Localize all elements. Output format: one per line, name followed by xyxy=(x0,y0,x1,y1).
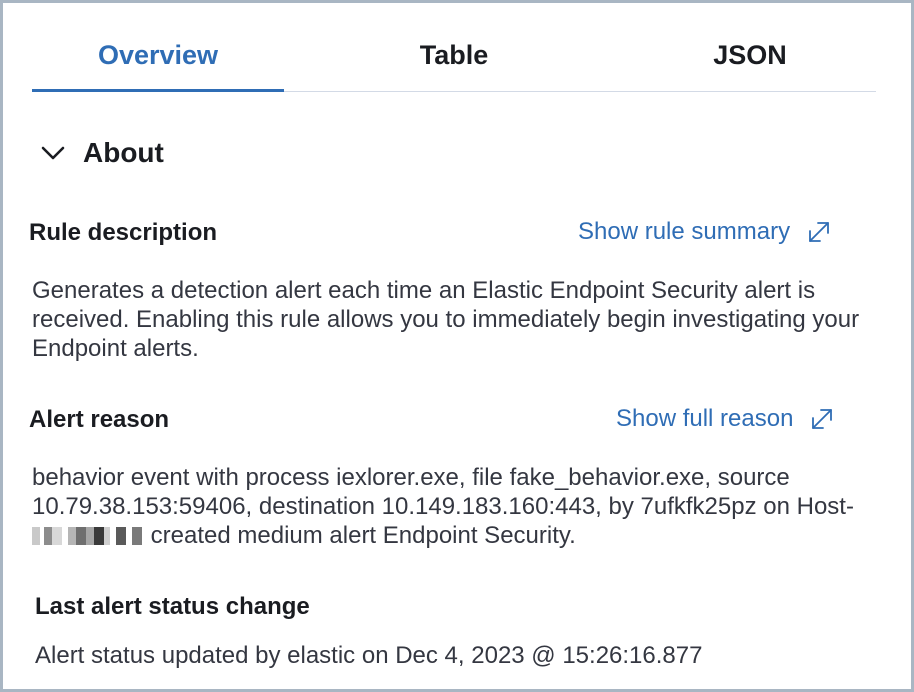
last-status-change-title: Last alert status change xyxy=(35,593,310,620)
tab-json-label: JSON xyxy=(713,39,787,70)
show-rule-summary-link[interactable]: Show rule summary xyxy=(578,217,834,247)
alert-reason-text-before: behavior event with process iexlorer.exe… xyxy=(32,464,854,520)
show-full-reason-label: Show full reason xyxy=(616,405,794,432)
popout-icon xyxy=(807,404,837,434)
last-status-change-text: Alert status updated by elastic on Dec 4… xyxy=(35,642,703,669)
tab-json[interactable]: JSON xyxy=(624,19,876,91)
tab-overview[interactable]: Overview xyxy=(32,19,284,92)
alert-reason-title: Alert reason xyxy=(29,406,170,433)
popout-icon xyxy=(804,217,834,247)
tab-table-label: Table xyxy=(419,39,489,70)
alert-reason-text: behavior event with process iexlorer.exe… xyxy=(32,463,882,550)
alert-reason-text-after: created medium alert Endpoint Security. xyxy=(144,522,576,549)
about-section-toggle[interactable]: About xyxy=(39,137,164,169)
rule-description-title: Rule description xyxy=(29,219,218,246)
rule-description-text: Generates a detection alert each time an… xyxy=(32,277,860,362)
show-full-reason-link[interactable]: Show full reason xyxy=(616,404,837,434)
tab-bar: Overview Table JSON xyxy=(32,19,876,92)
redacted-hostname xyxy=(32,527,144,545)
tab-table[interactable]: Table xyxy=(284,19,624,91)
about-heading: About xyxy=(83,137,164,168)
chevron-down-icon xyxy=(39,139,67,167)
alert-details-panel: Overview Table JSON About Rule descripti… xyxy=(0,0,914,692)
show-rule-summary-label: Show rule summary xyxy=(578,218,791,245)
tab-overview-label: Overview xyxy=(97,39,219,70)
